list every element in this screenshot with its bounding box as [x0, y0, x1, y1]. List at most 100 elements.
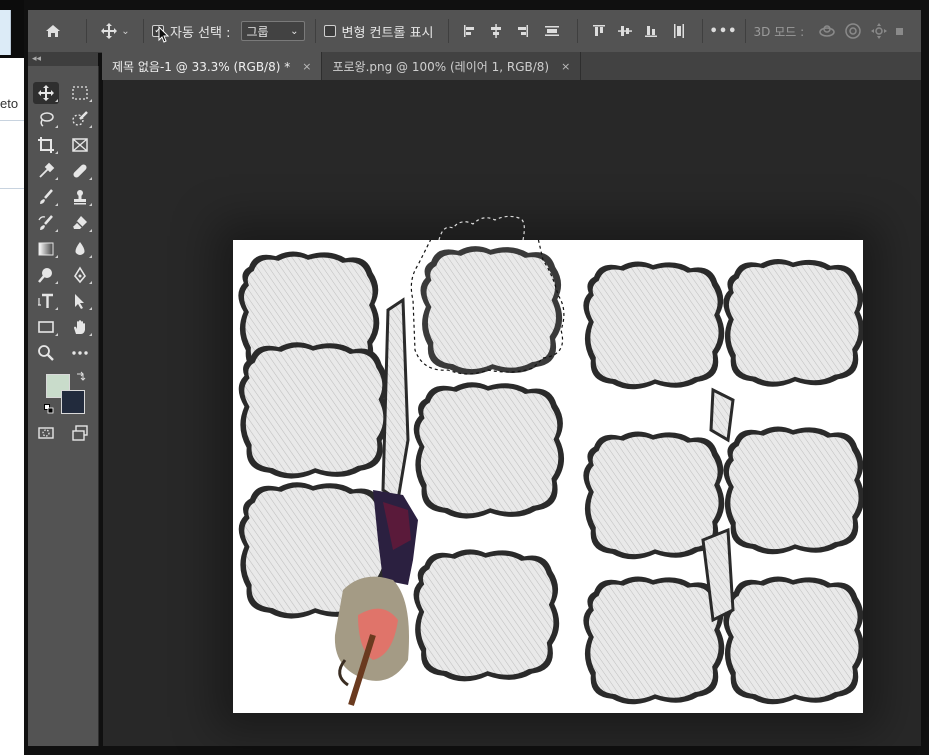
edit-toolbar-button[interactable]: [67, 342, 93, 364]
history-brush-tool[interactable]: [33, 212, 59, 234]
eyedropper-tool[interactable]: [33, 160, 59, 182]
roll-3d-button[interactable]: [840, 16, 866, 46]
align-bottom-icon: [644, 26, 657, 37]
home-button[interactable]: [28, 16, 78, 46]
orbit-3d-icon: [819, 25, 835, 37]
move-icon: [101, 23, 118, 39]
auto-select-target-select[interactable]: 그룹 ⌄: [240, 21, 305, 41]
pan-3d-icon: [871, 23, 888, 39]
shape-tool[interactable]: [33, 316, 59, 338]
more-options-button[interactable]: •••: [710, 16, 737, 46]
eyedropper-icon: [39, 162, 55, 178]
gradient-tool[interactable]: [33, 238, 59, 260]
history-brush-icon: [38, 215, 53, 230]
pan-3d-button[interactable]: [866, 16, 892, 46]
dodge-tool[interactable]: [33, 264, 59, 286]
background-window-tab: [0, 10, 11, 55]
distribute-vertical-button[interactable]: [535, 16, 569, 46]
document-tab[interactable]: 제목 없음-1 @ 33.3% (RGB/8) * ×: [102, 52, 323, 80]
align-right-icon: [517, 25, 528, 37]
align-right-button[interactable]: [509, 16, 535, 46]
distribute-horizontal-button[interactable]: [664, 16, 694, 46]
screen-mode-button[interactable]: [67, 422, 93, 444]
options-bar: ⌄ ✓ 자동 선택 : 그룹 ⌄ 변형 컨트롤 표시 ••• 3D 모드:: [28, 10, 921, 53]
move-tool-preset-button[interactable]: ⌄: [95, 16, 135, 46]
lasso-tool[interactable]: [33, 108, 59, 130]
tile-layer: [238, 246, 863, 705]
hand-tool[interactable]: [67, 316, 93, 338]
separator: [314, 19, 316, 43]
align-horizontal-center-button[interactable]: [483, 16, 509, 46]
brush-tool[interactable]: [33, 186, 59, 208]
screen-mode-icon: [72, 425, 88, 441]
blur-tool[interactable]: [67, 238, 93, 260]
quick-selection-tool[interactable]: [67, 108, 93, 130]
eraser-tool[interactable]: [67, 212, 93, 234]
background-window-text: eto: [0, 96, 19, 111]
transform-controls-checkbox[interactable]: 변형 컨트롤 표시: [323, 22, 434, 41]
separator: [701, 19, 703, 43]
auto-select-checkbox[interactable]: ✓ 자동 선택 :: [152, 22, 231, 43]
slide-3d-button[interactable]: [892, 16, 906, 46]
more-dots-icon: [72, 351, 88, 355]
tools-panel: [28, 66, 99, 746]
move-tool[interactable]: [33, 82, 59, 104]
document-tab-title: 제목 없음-1 @ 33.3% (RGB/8) *: [112, 59, 291, 74]
arrow-pointer-icon: [75, 294, 84, 309]
quick-selection-icon: [72, 111, 88, 126]
document-canvas[interactable]: [233, 240, 863, 713]
align-left-button[interactable]: [457, 16, 483, 46]
background-window-page: [0, 58, 24, 755]
crop-tool[interactable]: [33, 134, 59, 156]
quick-mask-button[interactable]: [33, 422, 59, 444]
divider: [0, 120, 24, 121]
gradient-icon: [38, 242, 54, 256]
stamp-icon: [74, 190, 86, 205]
frame-tool[interactable]: [67, 134, 93, 156]
align-bottom-button[interactable]: [638, 16, 664, 46]
transform-controls-check-icon: [323, 25, 336, 37]
swap-colors-icon[interactable]: [76, 371, 86, 381]
rectangle-icon: [38, 321, 54, 333]
align-vertical-center-button[interactable]: [612, 16, 638, 46]
crop-icon: [38, 137, 54, 153]
close-icon[interactable]: ×: [302, 60, 311, 73]
align-middle-icon: [617, 26, 632, 36]
bandage-icon: [73, 164, 87, 178]
lasso-icon: [40, 112, 54, 127]
type-tool[interactable]: [33, 290, 59, 312]
default-colors-icon[interactable]: [44, 404, 54, 414]
separator: [744, 19, 746, 43]
water-drop-icon: [75, 242, 85, 255]
clone-stamp-tool[interactable]: [67, 186, 93, 208]
type-icon: [38, 293, 53, 308]
chevron-down-icon: ⌄: [121, 25, 130, 37]
close-icon[interactable]: ×: [561, 60, 570, 73]
pen-icon: [74, 266, 86, 284]
pen-tool[interactable]: [67, 264, 93, 286]
toolbar-collapse-button[interactable]: ◂◂: [28, 52, 98, 66]
rectangular-marquee-icon: [72, 86, 88, 100]
background-window: eto: [0, 0, 24, 755]
distribute-horizontal-icon: [673, 24, 684, 38]
dodge-icon: [38, 268, 52, 283]
canvas-artwork: [238, 240, 863, 706]
document-tab-title: 포로왕.png @ 100% (레이어 1, RGB/8): [332, 59, 550, 74]
frame-icon: [72, 138, 88, 152]
mode-3d-label: 3D 모드 :: [753, 24, 805, 39]
orbit-3d-button[interactable]: [814, 16, 840, 46]
align-top-button[interactable]: [586, 16, 612, 46]
selection-marquee-overflow: [438, 215, 525, 241]
home-icon: [46, 25, 60, 37]
path-selection-tool[interactable]: [67, 290, 93, 312]
separator: [143, 19, 144, 43]
separator: [576, 19, 578, 43]
mouse-cursor-icon: [158, 25, 170, 43]
marquee-tool[interactable]: [67, 82, 93, 104]
document-tab[interactable]: 포로왕.png @ 100% (레이어 1, RGB/8) ×: [322, 52, 582, 80]
roll-3d-icon: [845, 23, 861, 39]
healing-brush-tool[interactable]: [67, 160, 93, 182]
auto-select-target-value: 그룹: [246, 24, 269, 39]
background-color-swatch[interactable]: [61, 390, 85, 414]
zoom-tool[interactable]: [33, 342, 59, 364]
